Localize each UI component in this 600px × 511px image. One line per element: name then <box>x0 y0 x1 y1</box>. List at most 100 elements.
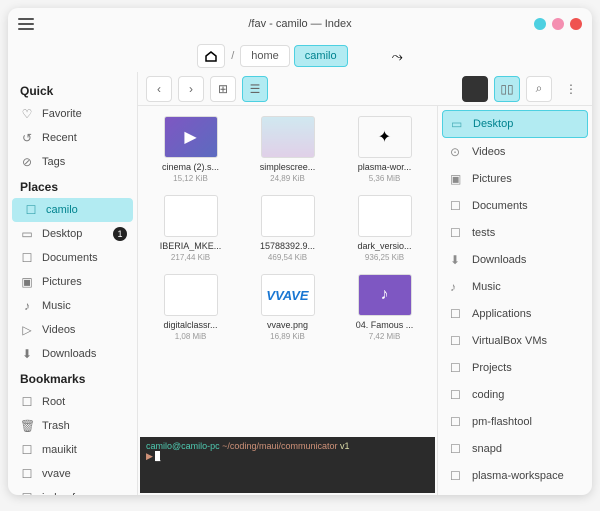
sidebar-label: Tags <box>42 156 65 168</box>
sidebar-item[interactable]: ▷Videos <box>8 318 137 342</box>
sidebar-label: camilo <box>46 204 78 216</box>
panel-label: Music <box>472 281 501 293</box>
panel-item[interactable]: ☐logs <box>442 490 588 495</box>
panel-label: pm-flashtool <box>472 416 532 428</box>
panel-label: plasma-workspace <box>472 470 564 482</box>
sidebar-item[interactable]: ↺ Recent <box>8 126 137 150</box>
panel-item[interactable]: ☐tests <box>442 220 588 246</box>
file-item[interactable]: VVAVEvvave.png16,89 KiB <box>241 270 334 345</box>
file-name: simplescree... <box>260 162 316 172</box>
terminal[interactable]: camilo@camilo-pc ~/coding/maui/communica… <box>140 437 435 493</box>
file-name: cinema (2).s... <box>162 162 219 172</box>
path-more-icon[interactable]: ⤳ <box>392 48 403 65</box>
side-panel: ▭Desktop⊙Videos ▣ Pictures ☐Documents☐tests… <box>437 106 592 495</box>
folder-icon: ▣ <box>450 172 464 186</box>
thumbnail <box>261 116 315 158</box>
file-item[interactable]: IBERIA_MKE...217,44 KiB <box>144 191 237 266</box>
file-size: 1,08 MiB <box>175 332 207 341</box>
thumbnail <box>164 195 218 237</box>
panel-item[interactable]: ☐Applications <box>442 301 588 327</box>
panel-label: Desktop <box>473 118 513 130</box>
sidebar-item[interactable]: ⬇Downloads <box>8 342 137 366</box>
sidebar-label: Trash <box>42 420 70 432</box>
sidebar-item[interactable]: ☐vvave <box>8 462 137 486</box>
sidebar-item[interactable]: ☐camilo <box>12 198 133 222</box>
file-name: digitalclassr... <box>163 320 217 330</box>
file-item[interactable]: ♪04. Famous ...7,42 MiB <box>338 270 431 345</box>
sidebar-label: Favorite <box>42 108 82 120</box>
sidebar-item[interactable]: ☐mauikit <box>8 438 137 462</box>
titlebar: /fav - camilo — Index <box>8 8 592 40</box>
search-button[interactable]: ⌕ <box>526 76 552 102</box>
folder-icon: ☐ <box>450 361 464 375</box>
folder-icon: ▣ <box>20 275 34 289</box>
panel-item[interactable]: ♪Music <box>442 274 588 300</box>
thumbnail: ▶ <box>164 116 218 158</box>
file-item[interactable]: ✦plasma-wor...5,36 MiB <box>338 112 431 187</box>
panel-label: Downloads <box>472 254 526 266</box>
folder-icon: ☐ <box>20 491 34 495</box>
sidebar: Quick ♡Favorite↺Recent⊘Tags Places ☐cami… <box>8 72 138 495</box>
maximize-button[interactable] <box>552 18 564 30</box>
close-button[interactable] <box>570 18 582 30</box>
sidebar-item[interactable]: ☐index-fm <box>8 486 137 495</box>
sidebar-item[interactable]: ▣Pictures <box>8 270 137 294</box>
sidebar-item[interactable]: ⊘Tags <box>8 150 137 174</box>
sidebar-label: vvave <box>42 468 71 480</box>
sidebar-item[interactable]: ♪Music <box>8 294 137 318</box>
panel-item[interactable]: ⬇Downloads <box>442 247 588 273</box>
split-view-button[interactable]: ▯▯ <box>494 76 520 102</box>
panel-item[interactable]: ▭Desktop <box>442 110 588 138</box>
sidebar-item[interactable]: ☐Documents <box>8 246 137 270</box>
sidebar-label: Downloads <box>42 348 96 360</box>
folder-icon: ↺ <box>20 131 34 145</box>
folder-icon: ♡ <box>20 107 34 121</box>
file-item[interactable]: 15788392.9... 469,54 KiB <box>241 191 334 266</box>
overflow-menu[interactable]: ⋮ <box>558 76 584 102</box>
panel-item[interactable]: ☐Documents <box>442 193 588 219</box>
panel-item[interactable]: ☐coding <box>442 382 588 408</box>
file-item[interactable]: digitalclassr... 1,08 MiB <box>144 270 237 345</box>
minimize-button[interactable] <box>534 18 546 30</box>
folder-icon: ☐ <box>450 415 464 429</box>
panel-item[interactable]: ☐plasma-workspace <box>442 463 588 489</box>
folder-icon: ▭ <box>20 227 34 241</box>
file-item[interactable]: simplescree...24,89 KiB <box>241 112 334 187</box>
file-size: 16,89 KiB <box>270 332 305 341</box>
list-view-button[interactable]: ☰ <box>242 76 268 102</box>
menu-button[interactable] <box>18 18 34 30</box>
folder-icon: 🗑 <box>20 419 34 433</box>
panel-item[interactable]: ☐Projects <box>442 355 588 381</box>
sidebar-label: Documents <box>42 252 98 264</box>
panel-label: Videos <box>472 146 505 158</box>
sidebar-label: Recent <box>42 132 77 144</box>
sidebar-item[interactable]: ♡ Favorite <box>8 102 137 126</box>
breadcrumb-home[interactable]: home <box>240 45 290 67</box>
panel-label: Pictures <box>472 173 512 185</box>
window-title: /fav - camilo — Index <box>248 18 351 30</box>
panel-item[interactable]: ☐snapd <box>442 436 588 462</box>
view-mode-button[interactable] <box>462 76 488 102</box>
file-item[interactable]: dark_versio...936,25 KiB <box>338 191 431 266</box>
folder-icon: ☐ <box>450 334 464 348</box>
panel-item[interactable]: ▣ Pictures <box>442 166 588 192</box>
grid-view-button[interactable]: ⊞ <box>210 76 236 102</box>
folder-icon: ☐ <box>20 395 34 409</box>
home-button[interactable] <box>197 44 225 68</box>
sidebar-item[interactable]: 🗑 Trash <box>8 414 137 438</box>
panel-item[interactable]: ⊙Videos <box>442 139 588 165</box>
back-button[interactable]: ‹ <box>146 76 172 102</box>
thumbnail <box>261 195 315 237</box>
panel-item[interactable]: ☐VirtualBox VMs <box>442 328 588 354</box>
file-item[interactable]: ▶cinema (2).s...15,12 KiB <box>144 112 237 187</box>
section-bookmarks: Bookmarks <box>8 366 137 390</box>
breadcrumb-current[interactable]: camilo <box>294 45 348 67</box>
file-name: 15788392.9... <box>260 241 315 251</box>
folder-icon: ☐ <box>450 199 464 213</box>
forward-button[interactable]: › <box>178 76 204 102</box>
sidebar-item[interactable]: ☐Root <box>8 390 137 414</box>
panel-item[interactable]: ☐ pm-flashtool <box>442 409 588 435</box>
sidebar-item[interactable]: ▭Desktop1 <box>8 222 137 246</box>
file-size: 469,54 KiB <box>268 253 307 262</box>
thumbnail: ✦ <box>358 116 412 158</box>
